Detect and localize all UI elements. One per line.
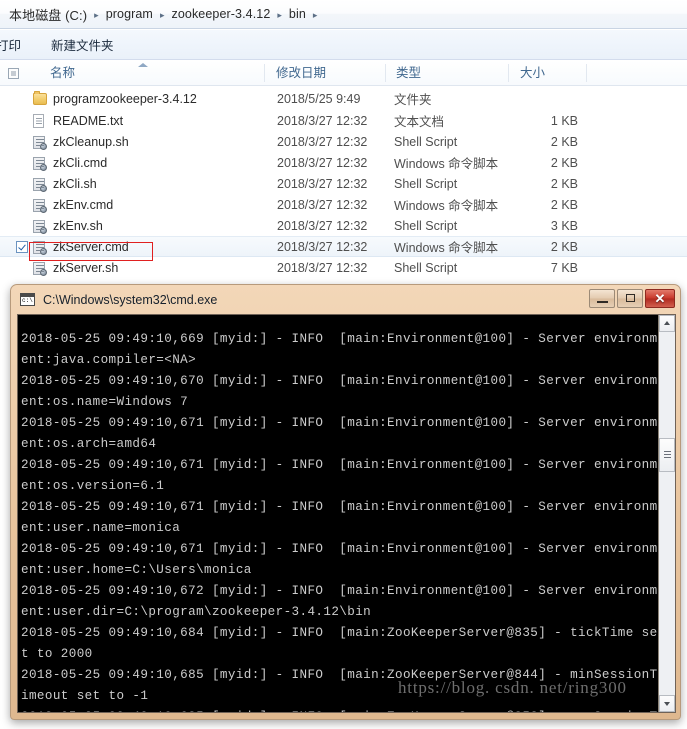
scrollbar-thumb[interactable]: [659, 438, 675, 472]
close-button[interactable]: ✕: [645, 289, 675, 308]
file-type: Shell Script: [394, 176, 458, 191]
file-size: 2 KB: [550, 176, 578, 191]
file-modified: 2018/3/27 12:32: [277, 239, 368, 254]
file-modified: 2018/3/27 12:32: [277, 218, 368, 233]
column-header-row: 名称 修改日期 类型 大小: [0, 61, 687, 86]
file-name: programzookeeper-3.4.12: [53, 91, 197, 106]
file-type: Shell Script: [394, 218, 458, 233]
script-file-icon: [33, 135, 47, 150]
file-size: 3 KB: [550, 218, 578, 233]
file-name: zkServer.cmd: [53, 239, 129, 254]
column-header-modified[interactable]: 修改日期: [268, 61, 383, 85]
cmd-console-window: C:\Windows\system32\cmd.exe ✕ 2018-05-25…: [10, 284, 681, 720]
table-row[interactable]: README.txt 2018/3/27 12:32 文本文档 1 KB: [0, 110, 687, 131]
file-name: zkCleanup.sh: [53, 134, 129, 149]
console-app-icon: [20, 293, 35, 306]
table-row[interactable]: programzookeeper-3.4.12 2018/5/25 9:49 文…: [0, 87, 687, 110]
column-header-size[interactable]: 大小: [512, 61, 584, 85]
file-modified: 2018/3/27 12:32: [277, 134, 368, 149]
file-size: 2 KB: [550, 197, 578, 212]
table-row[interactable]: zkCleanup.sh 2018/3/27 12:32 Shell Scrip…: [0, 131, 687, 152]
file-size: 7 KB: [550, 260, 578, 275]
command-bar: 打印 新建文件夹: [0, 30, 687, 60]
file-size: 2 KB: [550, 239, 578, 254]
breadcrumb-item-zookeeper[interactable]: zookeeper-3.4.12: [171, 7, 270, 21]
cmd-window-title: C:\Windows\system32\cmd.exe: [43, 292, 218, 307]
file-size: 2 KB: [550, 134, 578, 149]
breadcrumb-item-drive[interactable]: 本地磁盘 (C:): [9, 5, 87, 24]
breadcrumb: 本地磁盘 (C:) ▸ program ▸ zookeeper-3.4.12 ▸…: [0, 0, 687, 29]
table-row[interactable]: zkCli.cmd 2018/3/27 12:32 Windows 命令脚本 2…: [0, 152, 687, 173]
file-name: zkCli.cmd: [53, 155, 108, 170]
table-row[interactable]: zkEnv.sh 2018/3/27 12:32 Shell Script 3 …: [0, 215, 687, 236]
table-row[interactable]: zkServer.sh 2018/3/27 12:32 Shell Script…: [0, 257, 687, 278]
file-name: README.txt: [53, 113, 124, 128]
breadcrumb-item-program[interactable]: program: [106, 7, 153, 21]
file-modified: 2018/3/27 12:32: [277, 113, 368, 128]
new-folder-button[interactable]: 新建文件夹: [43, 32, 122, 57]
file-type: 文件夹: [394, 93, 432, 107]
file-type: Shell Script: [394, 134, 458, 149]
script-file-icon: [33, 156, 47, 171]
folder-icon: [33, 91, 47, 105]
file-name: zkEnv.cmd: [53, 197, 114, 212]
file-type: Windows 命令脚本: [394, 199, 499, 213]
file-size: 1 KB: [550, 113, 578, 128]
cmd-title-bar[interactable]: C:\Windows\system32\cmd.exe: [11, 285, 680, 314]
row-checkbox[interactable]: [16, 240, 28, 253]
breadcrumb-separator-icon[interactable]: ▸: [160, 10, 165, 20]
watermark-text: https://blog. csdn. net/ring300: [398, 678, 627, 697]
file-modified: 2018/5/25 9:49: [277, 91, 361, 106]
console-log-text: 2018-05-25 09:49:10,669 [myid:] - INFO […: [21, 331, 658, 712]
scroll-down-arrow-icon[interactable]: [659, 695, 675, 712]
maximize-button[interactable]: [617, 289, 643, 308]
script-file-icon: [33, 177, 47, 192]
file-type: Shell Script: [394, 260, 458, 275]
table-row[interactable]: zkEnv.cmd 2018/3/27 12:32 Windows 命令脚本 2…: [0, 194, 687, 215]
scroll-up-arrow-icon[interactable]: [659, 315, 675, 332]
file-name: zkServer.sh: [53, 260, 119, 275]
console-scrollbar[interactable]: [658, 315, 675, 712]
file-name: zkEnv.sh: [53, 218, 103, 233]
script-file-icon: [33, 240, 47, 255]
breadcrumb-separator-icon[interactable]: ▸: [313, 10, 318, 20]
console-output-area[interactable]: 2018-05-25 09:49:10,669 [myid:] - INFO […: [17, 314, 676, 713]
file-modified: 2018/3/27 12:32: [277, 176, 368, 191]
file-list: programzookeeper-3.4.12 2018/5/25 9:49 文…: [0, 87, 687, 278]
table-row-selected[interactable]: zkServer.cmd 2018/3/27 12:32 Windows 命令脚…: [0, 236, 687, 257]
table-row[interactable]: zkCli.sh 2018/3/27 12:32 Shell Script 2 …: [0, 173, 687, 194]
file-type: Windows 命令脚本: [394, 157, 499, 171]
file-modified: 2018/3/27 12:32: [277, 260, 368, 275]
script-file-icon: [33, 198, 47, 213]
file-name: zkCli.sh: [53, 176, 97, 191]
column-header-type[interactable]: 类型: [388, 61, 506, 85]
select-all-checkbox[interactable]: [8, 68, 19, 79]
close-icon: ✕: [654, 291, 666, 306]
column-header-name[interactable]: 名称: [42, 61, 262, 85]
breadcrumb-separator-icon[interactable]: ▸: [277, 10, 282, 20]
file-modified: 2018/3/27 12:32: [277, 197, 368, 212]
breadcrumb-separator-icon[interactable]: ▸: [94, 10, 99, 20]
file-modified: 2018/3/27 12:32: [277, 155, 368, 170]
minimize-button[interactable]: [589, 289, 615, 308]
file-type: Windows 命令脚本: [394, 241, 499, 255]
text-document-icon: [33, 113, 44, 128]
file-type: 文本文档: [394, 115, 445, 129]
print-button[interactable]: 打印: [0, 32, 29, 57]
script-file-icon: [33, 261, 47, 276]
file-size: 2 KB: [550, 155, 578, 170]
breadcrumb-item-bin[interactable]: bin: [289, 7, 306, 21]
script-file-icon: [33, 219, 47, 234]
